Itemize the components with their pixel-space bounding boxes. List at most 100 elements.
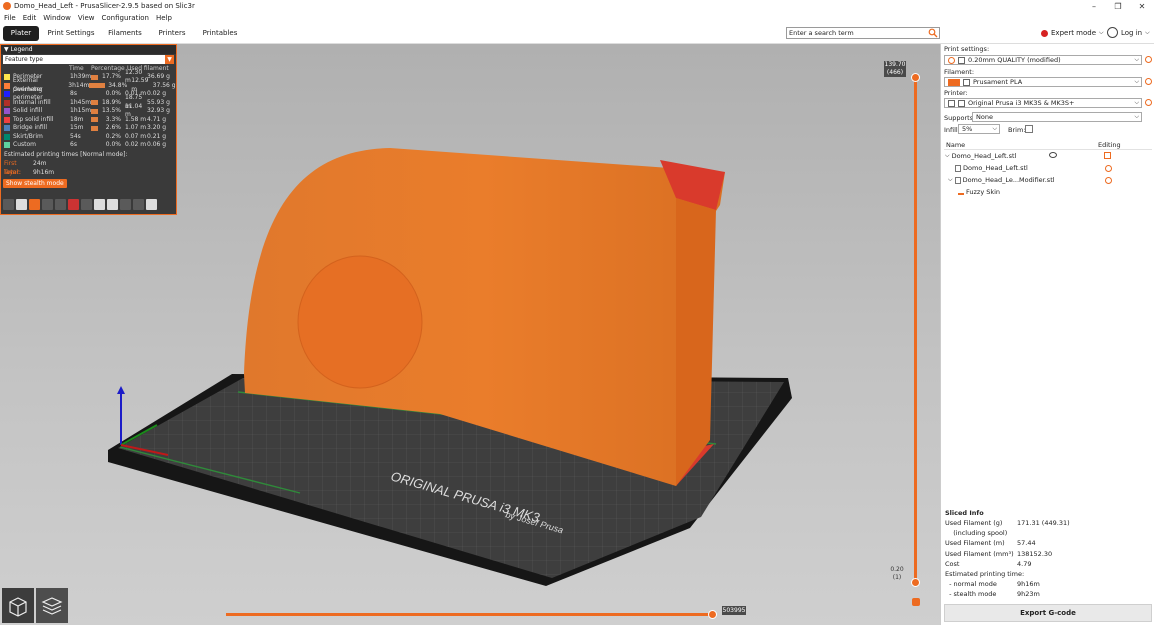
sliced-info: Sliced Info Used Filament (g) 171.31 (449… xyxy=(944,509,1152,600)
sliced-info-key: - normal mode xyxy=(945,580,997,589)
horizontal-slider-handle[interactable] xyxy=(708,610,717,619)
legend-row: Overhang perimeter 8s 0.0% 0.01 m 0.02 g xyxy=(1,86,176,101)
3d-view-button[interactable] xyxy=(2,588,34,623)
legend-weight: 0.21 g xyxy=(147,132,167,140)
slider-settings-icon[interactable] xyxy=(912,598,920,606)
retractions-toggle-icon[interactable] xyxy=(29,199,40,210)
filament-color-swatch[interactable] xyxy=(948,78,960,86)
mode-selector[interactable]: Expert mode ⌵ xyxy=(1041,29,1104,37)
sliced-info-value: 9h23m xyxy=(1017,590,1040,599)
first-layer-time: First layer: 24m xyxy=(4,159,47,176)
chevron-down-icon[interactable]: ⌵ xyxy=(945,152,950,160)
tab-plater[interactable]: Plater xyxy=(3,26,39,41)
sliced-info-key: Used Filament (m) xyxy=(945,539,1005,548)
legend-row: Internal infill 1h45m 18.9% 18.75 m 55.93 g xyxy=(1,94,176,110)
search-input[interactable]: Enter a search term xyxy=(786,27,940,39)
menu-help[interactable]: Help xyxy=(156,14,172,22)
tab-printers[interactable]: Printers xyxy=(155,26,189,41)
legend-time: 3h14m xyxy=(68,81,90,89)
infill-combo[interactable]: 5% ⌵ xyxy=(958,124,1000,134)
printer-icon xyxy=(948,99,955,107)
expert-mode-dot-icon xyxy=(1041,29,1048,37)
printer-combo[interactable]: Original Prusa i3 MK3S & MK3S+ ⌵ xyxy=(944,98,1142,108)
print-settings-edit-gear-icon[interactable] xyxy=(1145,56,1152,63)
eye-icon[interactable] xyxy=(1049,152,1057,158)
shells-toggle-icon[interactable] xyxy=(133,199,144,210)
printer-label: Printer: xyxy=(944,89,968,97)
chevron-down-icon: ⌵ xyxy=(1134,99,1139,106)
legend-percentage-bar xyxy=(91,134,98,139)
sliced-info-key: (including spool) xyxy=(945,529,1008,538)
menu-window[interactable]: Window xyxy=(43,14,71,22)
filament-label: Filament: xyxy=(944,68,975,76)
custom-gcodes-toggle-icon[interactable] xyxy=(107,199,118,210)
tab-print-settings[interactable]: Print Settings xyxy=(46,26,96,41)
supports-label: Supports: xyxy=(944,114,976,122)
search-icon[interactable] xyxy=(928,28,938,38)
color-changes-toggle-icon[interactable] xyxy=(81,199,92,210)
vertical-slider-top-handle[interactable] xyxy=(911,73,920,82)
brim-checkbox[interactable] xyxy=(1025,125,1033,133)
horizontal-move-slider[interactable] xyxy=(226,613,712,616)
legend-header[interactable]: ▼ Legend xyxy=(1,45,176,54)
chevron-down-icon[interactable]: ⌵ xyxy=(948,176,953,184)
menu-edit[interactable]: Edit xyxy=(23,14,37,22)
supports-combo[interactable]: None ⌵ xyxy=(972,112,1142,122)
deretractions-toggle-icon[interactable] xyxy=(42,199,53,210)
part-settings-gear-icon[interactable] xyxy=(1105,165,1112,172)
menu-file[interactable]: File xyxy=(4,14,16,22)
printer-edit-gear-icon[interactable] xyxy=(1145,99,1152,106)
tool-changes-toggle-icon[interactable] xyxy=(68,199,79,210)
legend-row: Bridge infill 15m 2.6% 1.07 m 3.20 g xyxy=(1,124,176,133)
legend-percentage: 18.9% xyxy=(101,98,121,106)
travel-toggle-icon[interactable] xyxy=(3,199,14,210)
close-button[interactable]: ✕ xyxy=(1130,2,1154,11)
sliced-info-value: 57.44 xyxy=(1017,539,1036,548)
object-part-item[interactable]: Domo_Head_Left.stl xyxy=(955,164,1028,172)
modifier-item[interactable]: ⌵ Domo_Head_Le...Modifier.stl xyxy=(948,176,1055,184)
sliced-info-row: (including spool) xyxy=(944,528,1152,538)
export-gcode-button[interactable]: Export G-code xyxy=(944,604,1152,622)
legend-panel: ▼ Legend Feature type ▼ Time Percentage … xyxy=(0,44,177,215)
legend-percentage-bar xyxy=(91,125,98,131)
legend-time: 1h45m xyxy=(70,98,92,106)
edit-object-icon[interactable] xyxy=(1104,152,1111,159)
legend-percentage: 34.8% xyxy=(108,81,128,89)
tool-marker-toggle-icon[interactable] xyxy=(146,199,157,210)
seams-toggle-icon[interactable] xyxy=(55,199,66,210)
filament-edit-gear-icon[interactable] xyxy=(1145,78,1152,85)
legend-time: 8s xyxy=(70,90,77,97)
fuzzy-skin-item[interactable]: Fuzzy Skin xyxy=(958,188,1000,196)
legend-percentage: 0.0% xyxy=(105,90,121,97)
tab-printables[interactable]: Printables xyxy=(198,26,242,41)
menu-view[interactable]: View xyxy=(78,14,95,22)
vertical-layer-slider[interactable] xyxy=(914,78,917,582)
horizontal-slider-label: 503995 xyxy=(722,606,746,615)
center-of-gravity-toggle-icon[interactable] xyxy=(120,199,131,210)
legend-percentage: 3.3% xyxy=(105,115,121,123)
show-stealth-mode-button[interactable]: Show stealth mode xyxy=(3,178,67,188)
sliced-info-key: Estimated printing time: xyxy=(945,569,1025,578)
wipe-toggle-icon[interactable] xyxy=(16,199,27,210)
sliced-info-value: 4.79 xyxy=(1017,559,1032,568)
print-settings-combo[interactable]: 0.20mm QUALITY (modified) ⌵ xyxy=(944,55,1142,65)
login-button[interactable]: Log in ⌵ xyxy=(1107,27,1150,38)
feature-type-select[interactable]: Feature type ▼ xyxy=(3,55,174,64)
maximize-button[interactable]: ❐ xyxy=(1106,2,1130,11)
preview-button[interactable] xyxy=(36,588,68,623)
legend-percentage-bar xyxy=(91,143,98,148)
tab-filaments[interactable]: Filaments xyxy=(104,26,146,41)
filament-combo[interactable]: Prusament PLA ⌵ xyxy=(944,77,1142,87)
pause-prints-toggle-icon[interactable] xyxy=(94,199,105,210)
legend-color-swatch xyxy=(4,116,10,123)
modifier-settings-gear-icon[interactable] xyxy=(1105,177,1112,184)
legend-time: 54s xyxy=(70,132,81,140)
legend-length: 0.02 m xyxy=(125,141,147,148)
object-list-item[interactable]: ⌵ Domo_Head_Left.stl xyxy=(945,152,1016,160)
minimize-button[interactable]: – xyxy=(1082,2,1106,11)
vertical-slider-bottom-handle[interactable] xyxy=(911,578,920,587)
legend-toolbar xyxy=(3,199,173,212)
estimated-times-title: Estimated printing times [Normal mode]: xyxy=(4,150,128,158)
user-avatar-icon xyxy=(1107,27,1118,38)
menu-configuration[interactable]: Configuration xyxy=(102,14,149,22)
